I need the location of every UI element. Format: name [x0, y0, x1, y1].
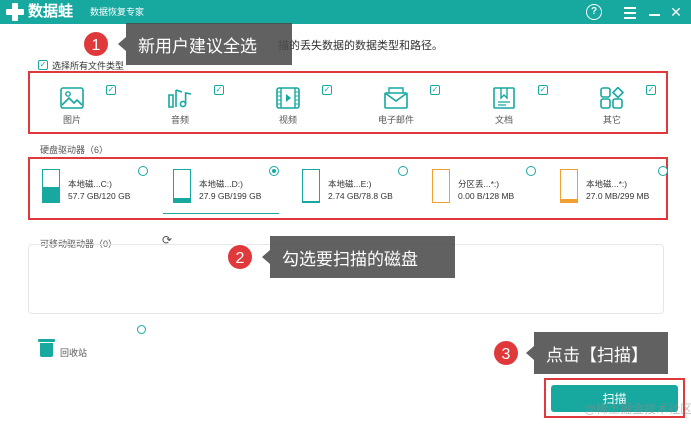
disk-size: 27.0 MB/299 MB	[586, 191, 650, 201]
type-label: 其它	[602, 115, 621, 125]
disk-usage-fill	[43, 186, 59, 202]
disk-item[interactable]: 本地磁...E:) 2.74 GB/78.8 GB	[292, 166, 412, 207]
disk-item[interactable]: 本地磁...*:) 27.0 MB/299 MB	[550, 166, 670, 207]
menu-button[interactable]	[622, 4, 638, 20]
type-label: 文档	[494, 115, 513, 125]
recycle-bin-icon[interactable]	[38, 338, 55, 357]
disk-size: 27.9 GB/199 GB	[199, 191, 262, 201]
minimize-button[interactable]	[646, 4, 662, 20]
type-label: 图片	[62, 115, 81, 125]
file-type-audio[interactable]: ✓ 音频	[144, 79, 230, 129]
app-subtitle: 数据恢复专家	[90, 7, 145, 17]
watermark: @稀土掘金技术社区	[584, 402, 691, 416]
type-label: 视频	[278, 115, 297, 125]
radio-icon[interactable]	[137, 325, 146, 334]
disk-name: 本地磁...E:)	[328, 179, 372, 189]
app-name: 数据蛙	[28, 3, 74, 20]
recycle-bin-label[interactable]: 回收站	[60, 346, 87, 359]
audio-icon	[168, 89, 192, 108]
disk-item[interactable]: 本地磁...D:) 27.9 GB/199 GB	[163, 166, 283, 214]
disk-selected-underline	[163, 213, 279, 214]
disk-size: 0.00 B/128 MB	[458, 191, 515, 201]
disk-usage-bar	[173, 169, 191, 203]
callout-arrow	[118, 37, 126, 51]
type-label: 电子邮件	[377, 115, 414, 125]
close-button[interactable]: ✕	[668, 4, 684, 20]
callout-2: 勾选要扫描的磁盘	[270, 236, 455, 278]
title-bar: 数据蛙 数据恢复专家 ? ✕	[0, 0, 691, 24]
disk-usage-bar	[302, 169, 320, 203]
disk-usage-bar	[560, 169, 578, 203]
file-type-other[interactable]: ✓ 其它	[576, 79, 662, 129]
disk-usage-bar	[432, 169, 450, 203]
type-checkbox[interactable]: ✓	[322, 85, 332, 95]
logo-icon	[6, 3, 24, 21]
image-icon	[60, 87, 84, 109]
file-type-document[interactable]: ✓ 文档	[468, 79, 554, 129]
disk-size: 2.74 GB/78.8 GB	[328, 191, 393, 201]
callout-number-3: 3	[492, 339, 520, 367]
other-icon	[600, 87, 624, 109]
callout-3: 点击【扫描】	[534, 332, 668, 374]
checkbox-checked-icon[interactable]: ✓	[38, 60, 48, 70]
hard-drives-panel: 本地磁...C:) 57.7 GB/120 GB 本地磁...D:) 27.9 …	[28, 157, 668, 220]
file-types-panel: ✓ 图片 ✓ 音频 ✓ 视频 ✓ 电子邮件 ✓ 文档 ✓ 其它	[28, 71, 668, 134]
type-checkbox[interactable]: ✓	[538, 85, 548, 95]
type-label: 音频	[170, 115, 189, 125]
disk-radio[interactable]	[526, 166, 536, 176]
callout-arrow	[526, 346, 534, 360]
disk-radio-selected[interactable]	[269, 166, 279, 176]
callout-arrow	[262, 250, 270, 264]
document-icon	[493, 87, 515, 109]
type-checkbox[interactable]: ✓	[106, 85, 116, 95]
type-checkbox[interactable]: ✓	[430, 85, 440, 95]
disk-radio[interactable]	[398, 166, 408, 176]
callout-number-2: 2	[226, 243, 254, 271]
file-type-email[interactable]: ✓ 电子邮件	[360, 79, 446, 129]
disk-radio[interactable]	[138, 166, 148, 176]
disk-usage-fill	[561, 199, 577, 202]
disk-item[interactable]: 本地磁...C:) 57.7 GB/120 GB	[32, 166, 152, 207]
video-icon	[276, 87, 300, 109]
disk-usage-bar	[42, 169, 60, 203]
file-type-image[interactable]: ✓ 图片	[36, 79, 122, 129]
disk-radio[interactable]	[658, 166, 668, 176]
disk-item[interactable]: 分区丢...*:) 0.00 B/128 MB	[422, 166, 542, 207]
disk-name: 本地磁...D:)	[199, 179, 243, 189]
help-button[interactable]: ?	[586, 4, 602, 20]
hard-drives-header: 硬盘驱动器（6）	[40, 145, 109, 155]
select-all-label: 选择所有文件类型	[52, 60, 125, 71]
disk-name: 分区丢...*:)	[458, 179, 500, 189]
disk-name: 本地磁...C:)	[68, 179, 112, 189]
disk-usage-fill	[303, 201, 319, 202]
instruction-text: 描的丢失数据的数据类型和路径。	[278, 40, 443, 52]
type-checkbox[interactable]: ✓	[214, 85, 224, 95]
disk-name: 本地磁...*:)	[586, 179, 628, 189]
file-type-video[interactable]: ✓ 视频	[252, 79, 338, 129]
disk-usage-fill	[174, 197, 190, 202]
type-checkbox[interactable]: ✓	[646, 85, 656, 95]
callout-1: 新用户建议全选	[126, 23, 292, 65]
callout-number-1: 1	[82, 30, 110, 58]
disk-size: 57.7 GB/120 GB	[68, 191, 131, 201]
select-all-checkbox[interactable]: ✓ 选择所有文件类型	[38, 59, 124, 71]
email-icon	[384, 87, 408, 109]
